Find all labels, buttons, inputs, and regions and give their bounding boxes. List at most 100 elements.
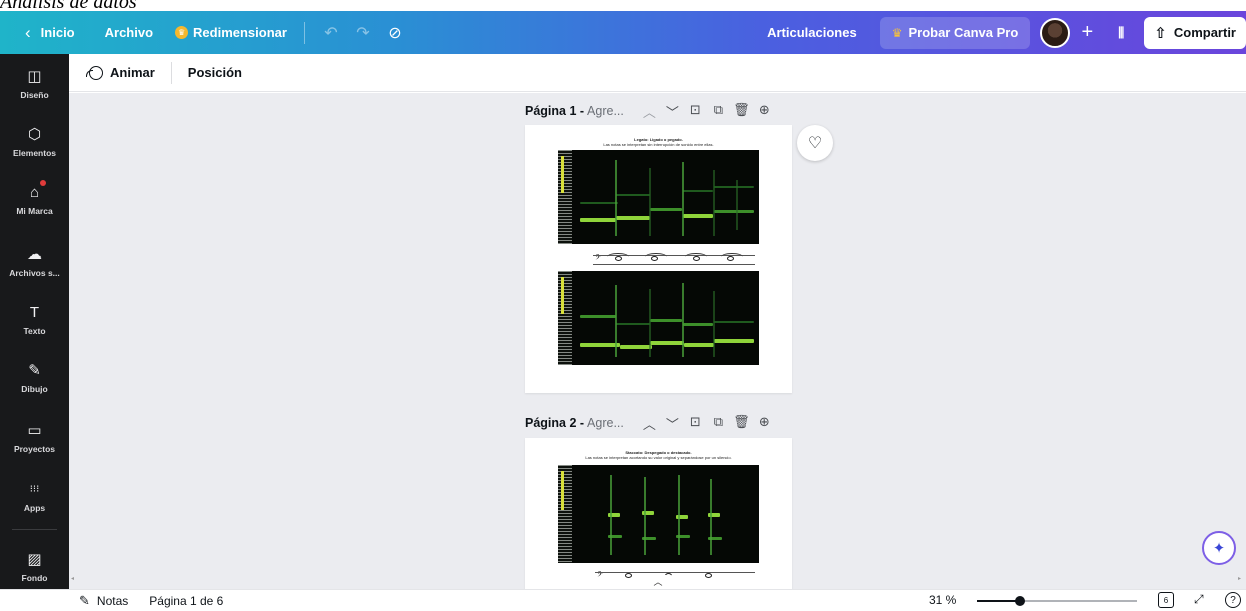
crown-icon: ♛ (175, 26, 189, 39)
zoom-slider[interactable] (977, 596, 1137, 606)
lock-icon[interactable]: ⊡ (684, 414, 707, 433)
background-pattern-icon: ▨ (27, 551, 42, 568)
zoom-level[interactable]: 31 % (929, 593, 956, 607)
cloud-check-icon: ⊘ (388, 24, 402, 42)
resize-button[interactable]: ♛ Redimensionar (166, 17, 296, 49)
editor-canvas[interactable]: Página 1 - Agre... ︿ ﹀ ⊡ ⧉ 🗑︎ ⊕ Legato: … (69, 93, 1246, 589)
share-button[interactable]: ⇧ Compartir (1144, 16, 1246, 49)
notes-button[interactable]: ✎ Notas (79, 593, 128, 609)
scroll-left-arrow[interactable]: ◂ (71, 575, 74, 582)
animate-button[interactable]: Animar (81, 59, 163, 87)
spectrogram-bottom (558, 271, 759, 365)
chevron-left-icon: ‹ (25, 22, 31, 42)
position-button[interactable]: Posición (180, 59, 250, 87)
draw-icon: ✎ (28, 362, 41, 379)
elements-icon: ⬡ (27, 126, 42, 143)
project-title: Articulaciones (767, 25, 857, 40)
apps-grid-icon: ⁝⁝⁝ (29, 483, 40, 495)
sidebar-divider (12, 529, 57, 530)
file-label: Archivo (104, 25, 154, 40)
chevron-down-icon[interactable]: ﹀ (661, 102, 684, 121)
axis-highlight (561, 155, 564, 194)
text-icon: T (29, 303, 40, 321)
crown-icon: ♛ (891, 25, 903, 40)
magic-assistant-button[interactable]: ✦ (1202, 531, 1236, 565)
notes-label: Notas (96, 593, 129, 608)
page-caption-subtitle: Las notas se interpretan sin interrupció… (603, 142, 714, 147)
invite-plus-button[interactable]: + (1074, 17, 1100, 49)
sidebar-item-draw[interactable]: ✎ Dibujo (0, 360, 69, 394)
axis-highlight (561, 470, 564, 511)
design-page-2[interactable]: Staccato: Despegado o destacado. Las not… (525, 438, 792, 589)
fullscreen-icon[interactable]: ⤢ (1194, 592, 1204, 607)
animate-label: Animar (110, 65, 155, 80)
share-label: Compartir (1173, 25, 1236, 40)
try-pro-button[interactable]: ♛ Probar Canva Pro (879, 16, 1031, 49)
trash-icon[interactable]: 🗑︎ (730, 414, 753, 433)
sidebar-item-label: Mi Marca (16, 206, 53, 216)
chevron-down-icon[interactable]: ﹀ (661, 414, 684, 433)
redo-button[interactable]: ↷ (347, 17, 379, 49)
add-page-icon[interactable]: ⊕ (753, 414, 776, 433)
page-caption-subtitle: Las notas se interpretan acortando su va… (585, 455, 732, 460)
undo-button[interactable]: ↶ (315, 17, 347, 49)
notes-pencil-icon: ✎ (79, 592, 90, 608)
chevron-up-icon[interactable]: ︿ (638, 102, 661, 121)
save-status-button[interactable]: ⊘ (379, 17, 411, 49)
sidebar-item-projects[interactable]: ▭ Proyectos (0, 420, 69, 454)
position-label: Posición (187, 65, 242, 80)
upload-cloud-icon: ☁ (27, 246, 42, 263)
animate-icon (86, 65, 103, 80)
page-grid-button[interactable]: 6 (1158, 592, 1174, 608)
home-button[interactable]: ‹ Inicio (16, 17, 84, 49)
user-avatar[interactable] (1040, 17, 1071, 48)
music-staff: 𝄢 (593, 253, 755, 267)
zoom-slider-knob[interactable] (1015, 596, 1026, 606)
trash-icon[interactable]: 🗑︎ (730, 102, 753, 121)
help-button[interactable]: ? (1225, 592, 1241, 608)
chevron-up-icon[interactable]: ︿ (638, 414, 661, 433)
insights-button[interactable]: ⫼ (1106, 17, 1136, 49)
notification-dot (40, 180, 46, 186)
sidebar-item-apps[interactable]: ⁝⁝⁝ Apps (0, 479, 69, 514)
share-upload-icon: ⇧ (1154, 24, 1167, 42)
sparkle-icon: ✦ (1212, 540, 1226, 557)
page-title-input[interactable]: Agre... (587, 416, 624, 430)
document-title-peek: Análisis de datos (0, 0, 137, 13)
add-comment-button[interactable]: ♡ (797, 125, 833, 161)
collapse-pages-tab[interactable]: ︿ (632, 575, 684, 589)
sidebar-item-elements[interactable]: ⬡ Elementos (0, 124, 69, 158)
zoom-slider-fill (977, 600, 1021, 602)
sidebar-item-label: Proyectos (13, 444, 56, 454)
duplicate-page-icon[interactable]: ⧉ (707, 102, 730, 121)
page-header-1: Página 1 - Agre... ︿ ﹀ ⊡ ⧉ 🗑︎ ⊕ (525, 99, 776, 123)
page-indicator[interactable]: Página 1 de 6 (149, 594, 223, 608)
design-page-1[interactable]: Legato: Ligado o pegado. Las notas se in… (525, 125, 792, 393)
sidebar-item-brand[interactable]: ⌂ Mi Marca (0, 180, 69, 216)
home-label: Inicio (40, 25, 75, 40)
redo-icon: ↷ (356, 24, 370, 42)
page-title-input[interactable]: Agre... (587, 104, 624, 118)
page-name: Página 1 - (525, 104, 585, 118)
sidebar-item-uploads[interactable]: ☁ Archivos s... (0, 244, 69, 278)
scroll-right-arrow[interactable]: ▸ (1238, 575, 1241, 582)
sidebar-item-background[interactable]: ▨ Fondo (0, 549, 69, 583)
project-title-button[interactable]: Articulaciones (758, 17, 866, 49)
context-toolbar: Animar Posición (69, 54, 1246, 92)
spectrogram-page2 (558, 465, 759, 563)
file-menu-button[interactable]: Archivo (96, 17, 162, 49)
resize-label: Redimensionar (193, 25, 287, 40)
top-bar: ‹ Inicio Archivo ♛ Redimensionar ↶ ↷ ⊘ A… (0, 11, 1246, 54)
sidebar-item-text[interactable]: T Texto (0, 302, 69, 337)
bottom-bar: ✎ Notas Página 1 de 6 31 % 6 ⤢ ? (0, 589, 1246, 611)
lock-icon[interactable]: ⊡ (684, 102, 707, 121)
toolbar-divider (170, 61, 172, 84)
left-sidebar: ◫ Diseño ⬡ Elementos ⌂ Mi Marca ☁ Archiv… (0, 54, 69, 589)
topbar-divider (303, 21, 305, 44)
duplicate-page-icon[interactable]: ⧉ (707, 414, 730, 433)
add-page-icon[interactable]: ⊕ (753, 102, 776, 121)
sidebar-item-label: Elementos (13, 148, 56, 158)
axis-highlight (561, 276, 564, 315)
sidebar-item-label: Diseño (20, 90, 49, 100)
sidebar-item-design[interactable]: ◫ Diseño (0, 66, 69, 100)
